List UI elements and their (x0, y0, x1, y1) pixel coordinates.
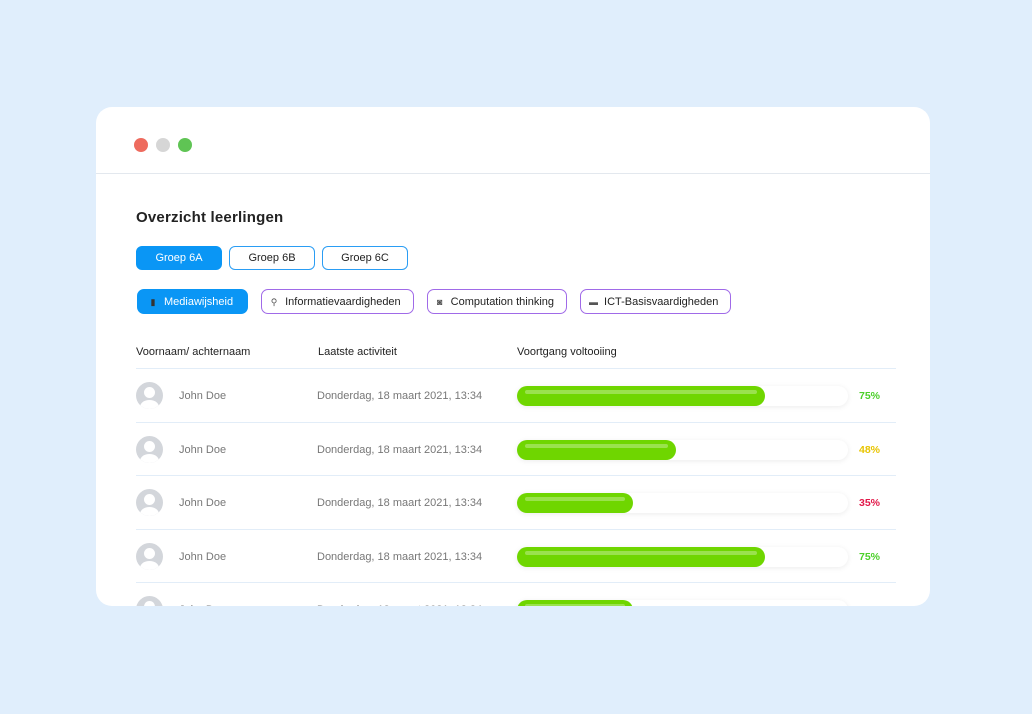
robot-icon: ◙ (436, 296, 443, 307)
avatar-body (140, 400, 159, 409)
progress-percentage: 35% (859, 604, 880, 606)
progress-highlight (525, 497, 625, 501)
avatar-head (144, 494, 155, 505)
avatar (136, 596, 163, 606)
progress-bar (517, 386, 848, 406)
progress-bar (517, 439, 848, 460)
avatar (136, 382, 163, 409)
student-name: John Doe (179, 497, 227, 509)
filter-chip-label: Informatievaardigheden (285, 295, 401, 308)
tab-group-6c[interactable]: Groep 6C (322, 246, 408, 270)
table-header: Voornaam/ achternaam Laatste activiteit … (136, 346, 896, 369)
progress-bar (517, 493, 848, 513)
avatar-head (144, 601, 155, 606)
progress-percentage: 48% (859, 443, 881, 456)
last-activity: Donderdag, 18 maart 2021, 13:34 (317, 443, 483, 456)
avatar-body (140, 560, 159, 570)
progress-highlight (525, 390, 758, 394)
progress-bar (517, 546, 848, 567)
progress-fill (517, 386, 766, 406)
last-activity: Donderdag, 18 maart 2021, 13:34 (317, 390, 483, 402)
progress-fill (517, 439, 676, 460)
filter-chip[interactable]: ◙ Computation thinking (426, 289, 568, 314)
table-row[interactable]: John Doe Donderdag, 18 maart 2021, 13:34 7… (136, 530, 896, 583)
magnifier-icon: ⚲ (270, 296, 278, 307)
last-activity: Donderdag, 18 maart 2021, 13:34 (317, 550, 483, 563)
filter-chip[interactable]: ▬ ICT-Basisvaardigheden (580, 289, 732, 314)
table-row[interactable]: John Doe Donderdag, 18 maart 2021, 13:34 4… (136, 423, 896, 476)
last-activity: Donderdag, 18 maart 2021, 13:34 (317, 604, 482, 606)
computer-icon: ▬ (589, 296, 599, 307)
last-activity: Donderdag, 18 maart 2021, 13:34 (317, 497, 483, 509)
progress-highlight (525, 550, 758, 555)
progress-highlight (525, 443, 668, 448)
close-button[interactable] (134, 138, 148, 152)
avatar-body (140, 453, 159, 463)
progress-bar (517, 600, 848, 606)
filter-chip-label: Mediawijsheid (164, 295, 234, 308)
column-header-progress: Voortgang voltooiing (517, 346, 617, 358)
avatar-head (144, 547, 155, 559)
column-header-name: Voornaam/ achternaam (136, 346, 251, 358)
filter-chip-label: ICT-Basisvaardigheden (604, 295, 719, 308)
student-name: John Doe (179, 604, 226, 606)
progress-percentage: 75% (859, 550, 881, 563)
avatar (136, 489, 163, 516)
progress-fill (517, 600, 633, 606)
column-header-activity: Laatste activiteit (318, 346, 397, 358)
filter-chip-label: Computation thinking (450, 295, 555, 308)
page-title: Overzicht leerlingen (136, 209, 284, 226)
app-window: Overzicht leerlingen Groep 6A Groep 6B Gro… (96, 107, 930, 606)
minimize-button[interactable] (156, 138, 170, 152)
avatar-head (144, 440, 155, 452)
student-name: John Doe (179, 443, 227, 456)
progress-percentage: 35% (859, 497, 881, 509)
avatar-body (140, 507, 159, 516)
title-bar (96, 107, 930, 174)
group-tabs: Groep 6A Groep 6B Groep 6C (136, 246, 408, 270)
filter-chip[interactable]: ▮ Mediawijsheid (137, 289, 249, 314)
progress-fill (517, 493, 633, 513)
maximize-button[interactable] (178, 138, 192, 152)
avatar (136, 542, 163, 570)
progress-fill (517, 546, 766, 567)
table-row[interactable]: John Doe Donderdag, 18 maart 2021, 13:34 3… (136, 583, 896, 606)
avatar (136, 435, 163, 463)
category-filters: ▮ Mediawijsheid ⚲ Informatievaardigheden ◙ Co… (137, 289, 732, 314)
progress-highlight (525, 604, 625, 606)
avatar-head (144, 387, 155, 398)
student-name: John Doe (179, 390, 227, 402)
progress-percentage: 75% (859, 390, 881, 402)
student-name: John Doe (179, 550, 227, 563)
mobile-phone-icon: ▮ (150, 296, 156, 307)
tab-group-6b[interactable]: Groep 6B (229, 246, 315, 270)
student-table: John Doe Donderdag, 18 maart 2021, 13:34 7… (136, 369, 896, 606)
table-row[interactable]: John Doe Donderdag, 18 maart 2021, 13:34 7… (136, 369, 896, 423)
filter-chip[interactable]: ⚲ Informatievaardigheden (261, 289, 414, 314)
tab-group-6a[interactable]: Groep 6A (136, 246, 222, 270)
table-row[interactable]: John Doe Donderdag, 18 maart 2021, 13:34 3… (136, 476, 896, 530)
